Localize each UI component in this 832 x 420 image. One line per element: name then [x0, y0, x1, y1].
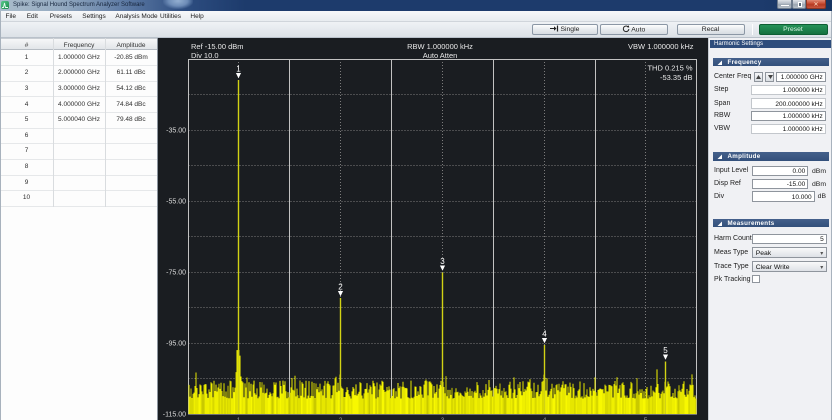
svg-text:VBW 1.000000 kHz: VBW 1.000000 kHz: [628, 42, 694, 51]
svg-text:5: 5: [663, 346, 668, 355]
svg-text:1: 1: [236, 65, 241, 74]
svg-text:RBW 1.000000 kHz: RBW 1.000000 kHz: [407, 42, 473, 51]
svg-text:-35.00: -35.00: [166, 128, 186, 135]
svg-text:Ref -15.00 dBm: Ref -15.00 dBm: [191, 42, 244, 51]
svg-text:THD 0.215 %: THD 0.215 %: [647, 64, 692, 73]
svg-text:3: 3: [440, 257, 445, 266]
svg-text:-75.00: -75.00: [166, 270, 186, 277]
svg-text:-55.00: -55.00: [166, 199, 186, 206]
svg-text:-115.00: -115.00: [163, 412, 186, 419]
svg-text:Auto Atten: Auto Atten: [423, 51, 458, 60]
svg-text:Div 10.0: Div 10.0: [191, 51, 219, 60]
svg-text:-95.00: -95.00: [166, 341, 186, 348]
svg-text:2: 2: [338, 283, 343, 292]
svg-text:-53.35 dB: -53.35 dB: [660, 73, 693, 82]
svg-text:4: 4: [542, 330, 547, 339]
